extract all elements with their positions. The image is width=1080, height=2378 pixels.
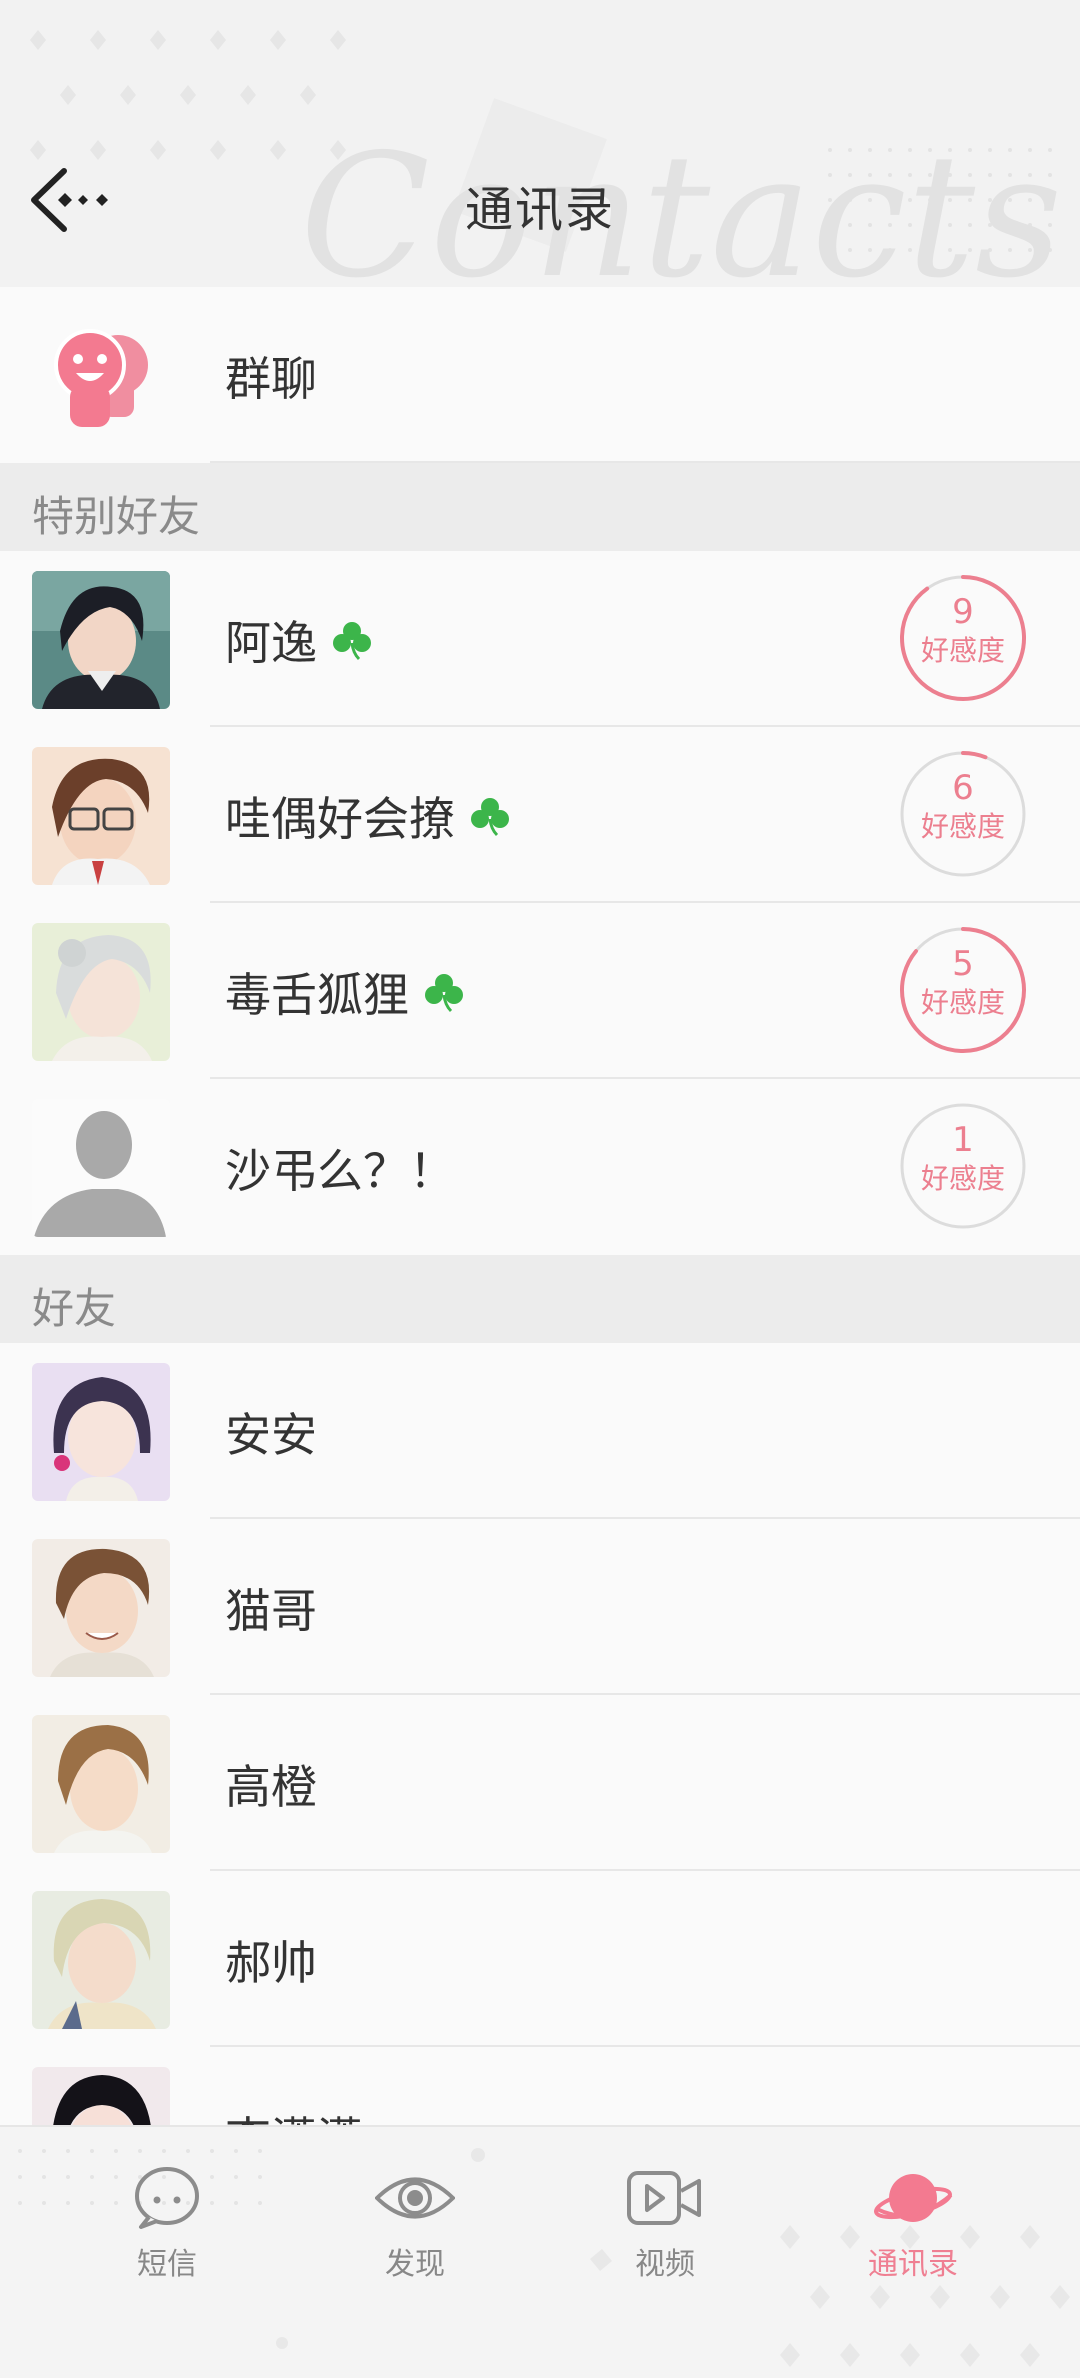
section-title-friends: 好友	[32, 1284, 117, 1333]
contact-name: 安安	[225, 1408, 317, 1462]
affinity-label: 好感度	[920, 634, 1005, 667]
contact-row[interactable]: 李潇潇	[0, 2047, 1080, 2125]
contact-name: 毒舌狐狸	[225, 959, 465, 1025]
section-title-special: 特别好友	[32, 492, 201, 541]
affinity-label: 好感度	[920, 1162, 1005, 1195]
eye-icon	[374, 2177, 456, 2219]
avatar	[32, 1363, 170, 1501]
contact-row[interactable]: 猫哥	[0, 1519, 1080, 1695]
avatar	[32, 1891, 170, 2029]
contact-row[interactable]: 高橙	[0, 1695, 1080, 1871]
contact-row[interactable]: 郝帅	[0, 1871, 1080, 2047]
affinity-badge: 5 好感度	[898, 925, 1028, 1055]
contact-name: 哇偶好会撩	[225, 783, 511, 849]
clover-icon	[333, 622, 371, 661]
nav-tab-contacts[interactable]: 通讯录	[828, 2165, 998, 2295]
contact-name-text: 毒舌狐狸	[225, 968, 409, 1022]
avatar	[32, 747, 170, 885]
affinity-value: 6	[952, 768, 974, 808]
planet-icon	[874, 2174, 953, 2222]
affinity-badge: 9 好感度	[898, 573, 1028, 703]
group-chat-row[interactable]: 群聊	[0, 287, 1080, 463]
bottom-navigation: 短信 发现 视频 通讯录	[0, 2125, 1080, 2378]
nav-label: 短信	[137, 2247, 197, 2282]
chat-bubble-icon	[135, 2167, 199, 2229]
affinity-badge: 6 好感度	[898, 749, 1028, 879]
avatar	[32, 923, 170, 1061]
contact-name: 猫哥	[225, 1584, 317, 1638]
contact-row-special[interactable]: 沙弔么？！ 1 好感度	[0, 1079, 1080, 1255]
video-icon	[627, 2171, 701, 2225]
nav-tab-video[interactable]: 视频	[580, 2165, 750, 2295]
affinity-value: 9	[952, 592, 974, 632]
nav-tab-discover[interactable]: 发现	[330, 2165, 500, 2295]
contact-row[interactable]: 安安	[0, 1343, 1080, 1519]
contact-row-special[interactable]: 阿逸 9 好感度	[0, 551, 1080, 727]
contact-row-special[interactable]: 毒舌狐狸 5 好感度	[0, 903, 1080, 1079]
section-header-friends: 好友	[0, 1255, 1080, 1343]
affinity-label: 好感度	[920, 810, 1005, 843]
clover-icon	[471, 798, 509, 837]
contact-list: 群聊 特别好友 阿逸 9 好感度 哇偶好会撩 6 好感度 毒舌狐狸 5 好感度 …	[0, 287, 1080, 2125]
avatar	[32, 1715, 170, 1853]
group-chat-label: 群聊	[225, 352, 317, 406]
avatar	[32, 571, 170, 709]
contact-name-text: 沙弔么？！	[225, 1144, 455, 1198]
affinity-label: 好感度	[920, 986, 1005, 1019]
contact-name: 郝帅	[225, 1936, 317, 1990]
header-bar: Contacts 通讯录	[0, 0, 1080, 287]
avatar	[32, 2067, 170, 2125]
contact-name: 阿逸	[225, 607, 373, 673]
contact-name: 高橙	[225, 1760, 317, 1814]
page-title: 通讯录	[464, 182, 615, 238]
clover-icon	[425, 974, 463, 1013]
nav-label: 发现	[385, 2247, 445, 2282]
contact-name: 李潇潇	[225, 2103, 363, 2125]
nav-tab-messages[interactable]: 短信	[82, 2165, 252, 2295]
nav-label: 通讯录	[868, 2247, 958, 2282]
contact-name: 沙弔么？！	[225, 1135, 455, 1201]
section-header-special: 特别好友	[0, 463, 1080, 551]
default-avatar-icon	[32, 1099, 170, 1237]
header-decoration: Contacts	[30, 30, 1062, 287]
affinity-badge: 1 好感度	[898, 1101, 1028, 1231]
affinity-value: 5	[952, 944, 974, 984]
avatar	[32, 1539, 170, 1677]
contact-name-text: 哇偶好会撩	[225, 792, 455, 846]
affinity-value: 1	[952, 1120, 974, 1160]
contact-row-special[interactable]: 哇偶好会撩 6 好感度	[0, 727, 1080, 903]
group-chat-icon	[32, 307, 170, 445]
nav-label: 视频	[635, 2247, 695, 2282]
contact-name-text: 阿逸	[225, 616, 317, 670]
